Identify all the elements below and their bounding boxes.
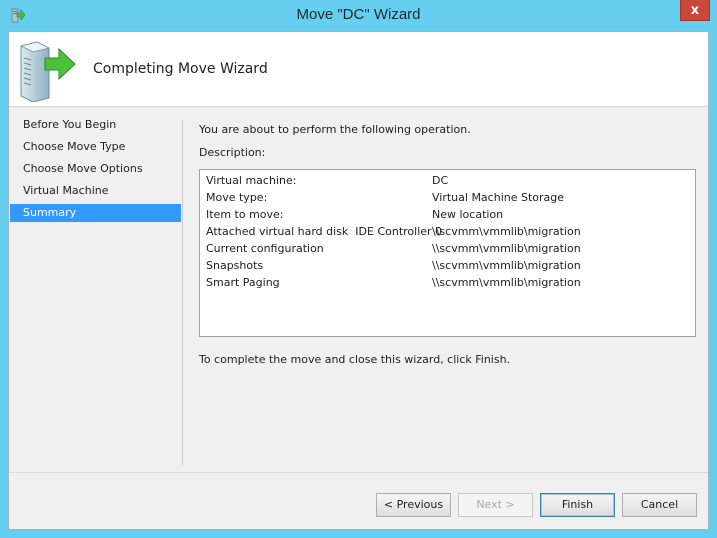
window-title: Move "DC" Wizard (296, 6, 421, 23)
summary-row: Current configuration \\scvmm\vmmlib\mig… (206, 240, 686, 257)
summary-value: Virtual Machine Storage (432, 191, 565, 204)
summary-value: \\scvmm\vmmlib\migration (432, 276, 581, 289)
summary-row: Snapshots \\scvmm\vmmlib\migration (206, 257, 686, 274)
wizard-header: Completing Move Wizard (9, 32, 708, 107)
summary-key: Item to move: (206, 208, 284, 221)
server-move-icon (19, 41, 76, 102)
nav-divider (182, 120, 183, 465)
cancel-button[interactable]: Cancel (622, 493, 697, 517)
summary-row: Smart Paging \\scvmm\vmmlib\migration (206, 274, 686, 291)
summary-row: Item to move: New location (206, 206, 686, 223)
wizard-window: Move "DC" Wizard x Completing Move Wizar… (0, 0, 717, 538)
description-box[interactable]: Virtual machine: DC Move type: Virtual M… (199, 169, 696, 337)
finish-button[interactable]: Finish (540, 493, 615, 517)
description-label: Description: (199, 146, 266, 159)
intro-text: You are about to perform the following o… (199, 123, 471, 136)
summary-content: You are about to perform the following o… (199, 107, 699, 407)
summary-value: \\scvmm\vmmlib\migration (432, 259, 581, 272)
footer-divider (9, 472, 708, 473)
wizard-steps-nav: Before You Begin Choose Move Type Choose… (9, 107, 181, 463)
summary-key: Current configuration (206, 242, 324, 255)
nav-item-before-you-begin[interactable]: Before You Begin (10, 116, 181, 134)
summary-key: Snapshots (206, 259, 264, 272)
summary-row: Move type: Virtual Machine Storage (206, 189, 686, 206)
summary-value: \\scvmm\vmmlib\migration (432, 225, 581, 238)
nav-item-choose-move-type[interactable]: Choose Move Type (10, 138, 181, 156)
summary-key: Move type: (206, 191, 268, 204)
nav-item-choose-move-options[interactable]: Choose Move Options (10, 160, 181, 178)
close-button[interactable]: x (680, 0, 710, 21)
nav-item-summary[interactable]: Summary (10, 204, 181, 222)
finish-instruction: To complete the move and close this wiza… (199, 353, 511, 366)
title-bar[interactable]: Move "DC" Wizard x (0, 0, 717, 30)
next-button[interactable]: Next > (458, 493, 533, 517)
wizard-client-area: Completing Move Wizard Before You Begin … (8, 31, 709, 530)
summary-key: Attached virtual hard disk IDE Controlle… (206, 225, 443, 238)
summary-row: Virtual machine: DC (206, 172, 686, 189)
summary-value: New location (432, 208, 504, 221)
page-title: Completing Move Wizard (93, 61, 268, 77)
summary-key: Virtual machine: (206, 174, 297, 187)
nav-item-virtual-machine[interactable]: Virtual Machine (10, 182, 181, 200)
summary-value: DC (432, 174, 449, 187)
summary-key: Smart Paging (206, 276, 280, 289)
previous-button[interactable]: < Previous (376, 493, 451, 517)
summary-value: \\scvmm\vmmlib\migration (432, 242, 581, 255)
summary-row: Attached virtual hard disk IDE Controlle… (206, 223, 686, 240)
